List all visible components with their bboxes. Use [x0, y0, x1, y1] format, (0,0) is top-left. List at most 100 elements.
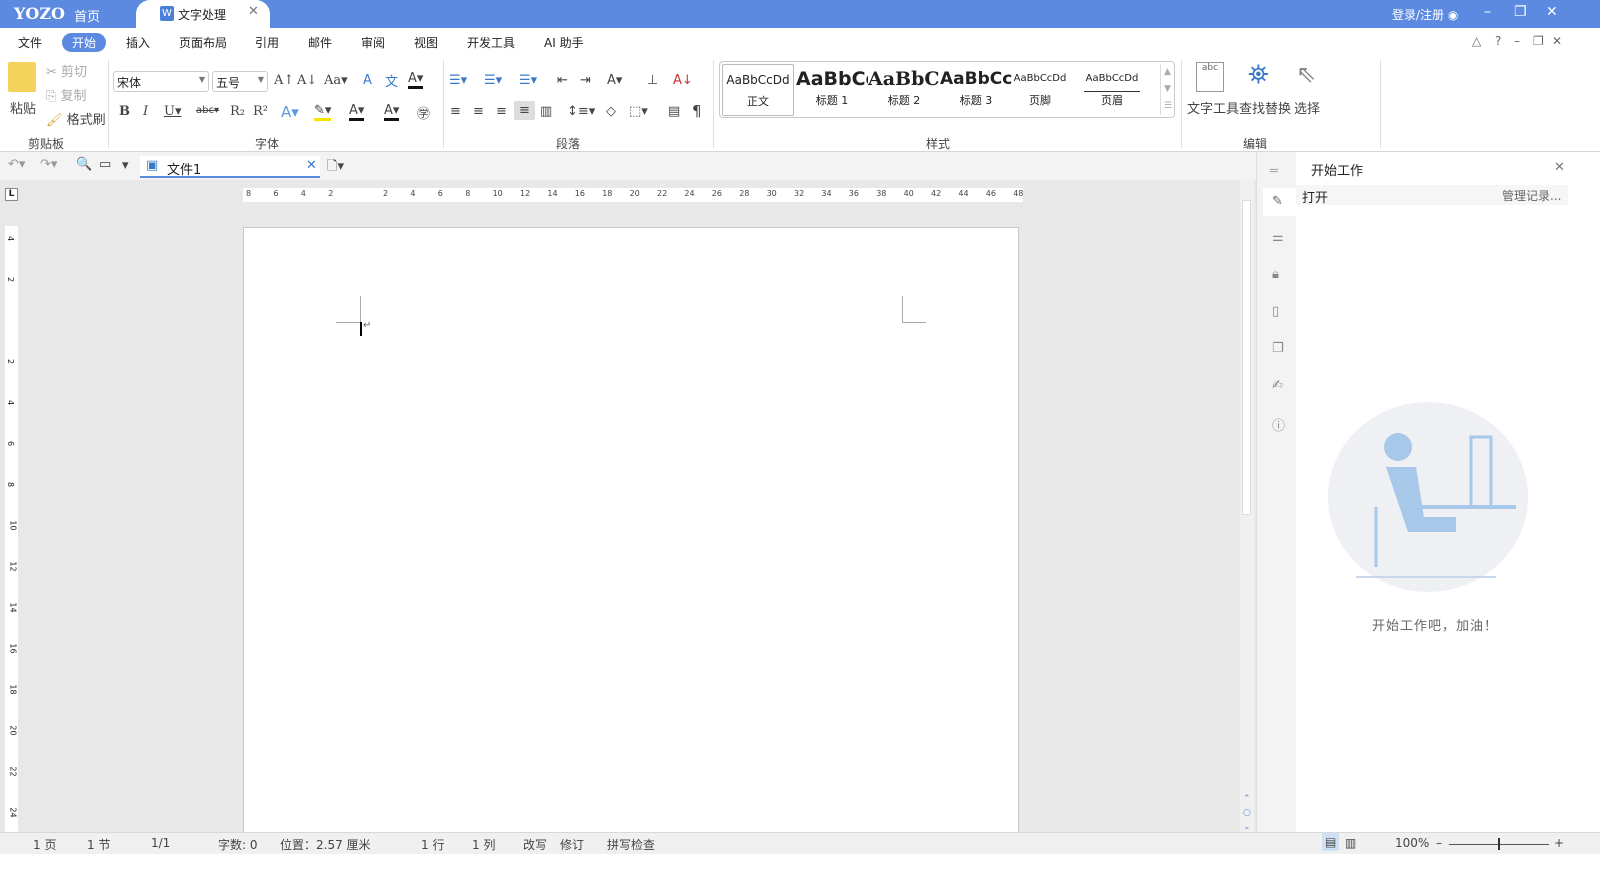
- vertical-ruler[interactable]: 4 2 2 4 6 8 10 12 14 16 18 20 22 24: [5, 226, 18, 832]
- char-shading-icon[interactable]: A▾: [384, 103, 400, 121]
- menu-insert[interactable]: 插入: [126, 34, 150, 51]
- manage-records-link[interactable]: 管理记录...: [1502, 187, 1561, 204]
- underline-icon[interactable]: U▾: [164, 104, 181, 119]
- borders-icon[interactable]: ⬚▾: [629, 104, 648, 119]
- italic-icon[interactable]: I: [143, 104, 148, 119]
- cut-button[interactable]: ✂ 剪切: [46, 61, 87, 80]
- home-tab[interactable]: 首页: [74, 6, 100, 25]
- font-name-select[interactable]: 宋体 ▼: [113, 71, 209, 92]
- menu-view[interactable]: 视图: [414, 34, 438, 51]
- lock-icon[interactable]: 🔒︎: [1272, 267, 1279, 282]
- web-layout-icon[interactable]: ▥: [1345, 836, 1356, 850]
- print-layout-icon[interactable]: ▤: [1322, 833, 1340, 851]
- pencil-icon[interactable]: ✎: [1263, 188, 1296, 216]
- menu-home[interactable]: 开始: [62, 33, 107, 52]
- zoom-level[interactable]: 100%: [1395, 836, 1429, 850]
- paragraph-settings-icon[interactable]: ▤: [668, 104, 680, 119]
- copy-button[interactable]: ⎘ 复制: [46, 85, 87, 104]
- doc-close-icon[interactable]: ✕: [1552, 34, 1562, 48]
- enclose-char-icon[interactable]: ㊫: [417, 103, 430, 122]
- multilevel-list-icon[interactable]: ☰▾: [519, 73, 537, 88]
- style-heading-2[interactable]: AaBbC(标题 2: [868, 64, 940, 116]
- file-tab[interactable]: ▣ 文件1 ✕: [140, 156, 320, 178]
- redo-icon[interactable]: ↷▾: [40, 157, 57, 172]
- zoom-out-icon[interactable]: –: [1436, 836, 1442, 850]
- close-file-icon[interactable]: ✕: [306, 158, 317, 173]
- spell-check-toggle[interactable]: 拼写检查: [607, 836, 655, 853]
- text-effect-icon[interactable]: A▾: [281, 103, 299, 121]
- decrease-indent-icon[interactable]: ⇤: [557, 73, 568, 88]
- phonetic-guide-icon[interactable]: 文: [385, 71, 398, 90]
- sort-icon[interactable]: A↓: [673, 73, 693, 88]
- grow-font-icon[interactable]: A↑: [274, 73, 294, 88]
- doc-minimize-icon[interactable]: –: [1514, 34, 1520, 48]
- edit-icon[interactable]: ✍: [1272, 378, 1283, 393]
- style-heading-1[interactable]: AaBbCc 标题 1: [796, 64, 868, 116]
- superscript-icon[interactable]: R²: [253, 104, 268, 119]
- open-link[interactable]: 打开: [1302, 187, 1328, 206]
- paste-icon[interactable]: [8, 62, 36, 92]
- shading-icon[interactable]: ◇: [606, 104, 616, 119]
- format-painter-button[interactable]: 🖌 格式刷: [46, 109, 106, 128]
- customize-icon[interactable]: ▾: [122, 158, 129, 173]
- menu-mail[interactable]: 邮件: [308, 34, 332, 51]
- subscript-icon[interactable]: R₂: [230, 104, 245, 119]
- document-page[interactable]: ↵: [243, 227, 1019, 837]
- browse-buttons[interactable]: ⌃ ○ ⌄: [1243, 792, 1251, 834]
- bold-icon[interactable]: B: [119, 104, 130, 119]
- select-button[interactable]: 选择: [1294, 98, 1320, 117]
- copy-docs-icon[interactable]: ❐: [1272, 341, 1284, 356]
- save-icon[interactable]: ▭: [99, 157, 111, 172]
- style-heading-3[interactable]: AaBbCcI 标题 3: [940, 64, 1012, 116]
- sliders-icon[interactable]: ⚌: [1272, 230, 1284, 245]
- menu-layout[interactable]: 页面布局: [179, 34, 227, 51]
- justify-icon[interactable]: ≡: [514, 101, 535, 120]
- collapse-ribbon-icon[interactable]: △: [1472, 34, 1481, 48]
- print-preview-icon[interactable]: 🔍: [76, 157, 92, 172]
- new-document-icon[interactable]: 🗋▾: [327, 157, 344, 179]
- strikethrough-icon[interactable]: abc▾: [196, 105, 219, 116]
- asian-layout-icon[interactable]: ⊥: [647, 73, 658, 88]
- track-changes-toggle[interactable]: 修订: [560, 836, 584, 853]
- clipboard-icon[interactable]: ▯: [1272, 304, 1279, 319]
- close-button[interactable]: ✕: [1546, 4, 1558, 20]
- zoom-slider-thumb[interactable]: [1498, 838, 1500, 850]
- undo-icon[interactable]: ↶▾: [8, 157, 25, 172]
- bullets-icon[interactable]: ☰▾: [449, 73, 467, 88]
- doc-restore-icon[interactable]: ❐: [1533, 34, 1544, 48]
- paste-button[interactable]: 粘贴: [10, 98, 36, 117]
- help-icon[interactable]: ?: [1495, 34, 1501, 48]
- menu-developer[interactable]: 开发工具: [467, 34, 515, 51]
- menu-references[interactable]: 引用: [255, 34, 279, 51]
- show-marks-icon[interactable]: ¶: [692, 102, 702, 120]
- char-scaling-icon[interactable]: A▾: [607, 73, 622, 88]
- scroll-thumb[interactable]: [1242, 200, 1251, 515]
- menu-review[interactable]: 审阅: [361, 34, 385, 51]
- question-icon[interactable]: ⓘ: [1272, 415, 1285, 434]
- distribute-icon[interactable]: ▥: [540, 104, 552, 119]
- style-header[interactable]: AaBbCcDd 页眉: [1076, 64, 1148, 116]
- overtype-toggle[interactable]: 改写: [523, 836, 547, 853]
- login-button[interactable]: 登录/注册 ◉: [1392, 6, 1458, 23]
- align-left-icon[interactable]: ≡: [450, 104, 461, 119]
- drag-handle-icon[interactable]: ═: [1270, 164, 1278, 179]
- panel-close-icon[interactable]: ✕: [1554, 160, 1565, 175]
- align-center-icon[interactable]: ≡: [473, 104, 484, 119]
- minimize-button[interactable]: –: [1484, 4, 1491, 20]
- change-case-icon[interactable]: Aa▾: [324, 73, 348, 88]
- close-tab-icon[interactable]: ✕: [248, 4, 259, 19]
- menu-file[interactable]: 文件: [18, 34, 42, 51]
- text-tools-button[interactable]: 文字工具: [1187, 98, 1239, 117]
- menu-ai-assistant[interactable]: AI 助手: [544, 34, 584, 51]
- document-tab[interactable]: W 文字处理 ✕: [136, 0, 270, 28]
- font-size-select[interactable]: 五号 ▼: [212, 71, 268, 92]
- highlight-icon[interactable]: ✎▾: [314, 103, 332, 121]
- status-words[interactable]: 字数: 0: [218, 836, 258, 853]
- zoom-in-icon[interactable]: +: [1554, 836, 1564, 850]
- restore-button[interactable]: ❐: [1514, 4, 1527, 20]
- styles-scroll-buttons[interactable]: ▲ ▼ ☰: [1160, 64, 1172, 115]
- tab-selector[interactable]: L: [5, 188, 18, 201]
- align-right-icon[interactable]: ≡: [496, 104, 507, 119]
- find-replace-button[interactable]: 查找替换: [1239, 98, 1291, 117]
- horizontal-ruler[interactable]: 8 6 4 2 2 4 6 8 10 12 14 16 18 20 22 24 26 28 30 32 34 36 38 40…: [243, 188, 1023, 202]
